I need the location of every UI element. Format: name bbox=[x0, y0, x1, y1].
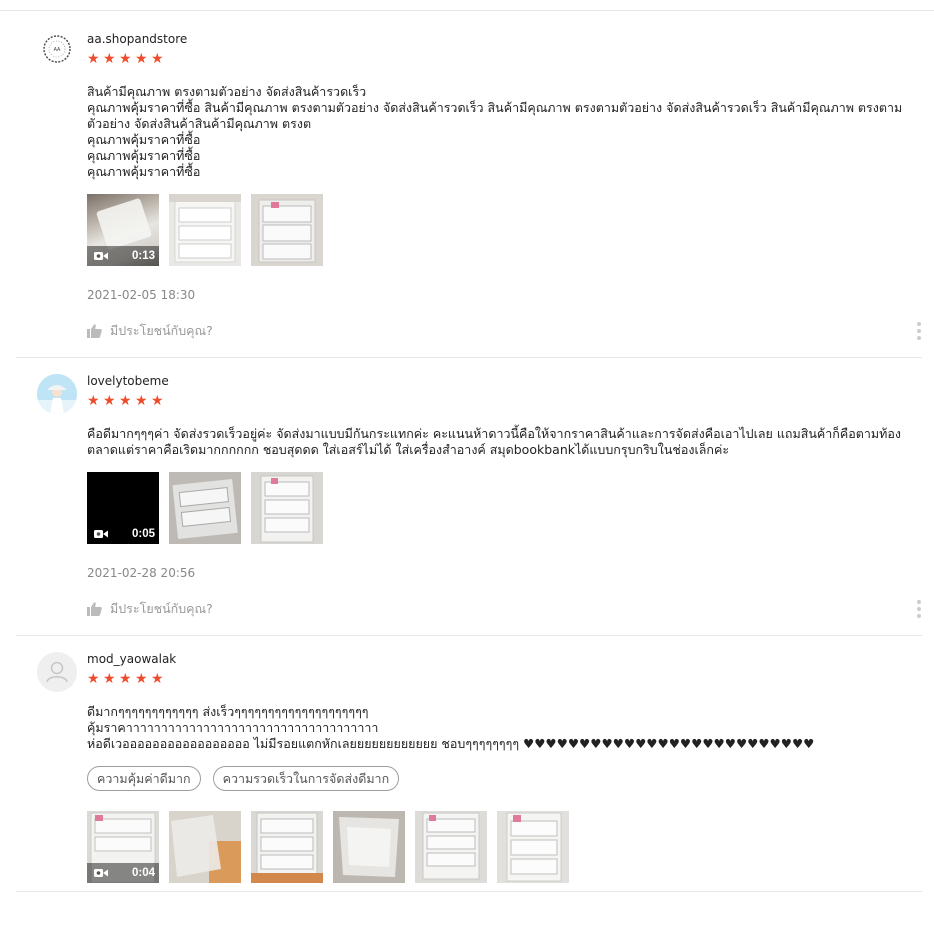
video-thumbnail[interactable]: 0:05 bbox=[87, 472, 159, 544]
photo-thumbnail[interactable] bbox=[169, 811, 241, 883]
review-tag: ความคุ้มค่าดีมาก bbox=[87, 766, 201, 791]
photo-thumbnail[interactable] bbox=[497, 811, 569, 883]
star-icon: ★ bbox=[151, 671, 164, 687]
review-line: คุณภาพคุ้มราคาที่ซื้อ bbox=[87, 148, 201, 163]
review-date: 2021-02-05 18:30 bbox=[87, 288, 196, 302]
photo-thumbnail[interactable] bbox=[251, 472, 323, 544]
video-duration: 0:04 bbox=[131, 867, 155, 879]
star-icon: ★ bbox=[87, 671, 100, 687]
helpful-label[interactable]: มีประโยชน์กับคุณ? bbox=[110, 599, 213, 619]
review-text: ดีมากๆๆๆๆๆๆๆๆๆๆๆๆ ส่งเร็วๆๆๆๆๆๆๆๆๆๆๆๆๆๆๆ… bbox=[87, 704, 913, 752]
review-line: ห่อดีเวอออออออออออออออออ ไม่มีรอยแตกหักเ… bbox=[87, 736, 815, 751]
star-icon: ★ bbox=[151, 393, 164, 409]
photo-thumbnail[interactable] bbox=[251, 811, 323, 883]
rating-stars: ★ ★ ★ ★ ★ bbox=[87, 52, 165, 66]
review-line: คือดีมากๆๆๆค่า จัดส่งรวดเร็วอยู่ค่ะ จัดส… bbox=[87, 426, 901, 457]
helpful-button[interactable]: มีประโยชน์กับคุณ? bbox=[87, 599, 213, 619]
video-badge: 0:04 bbox=[87, 863, 159, 883]
review-line: คุ้มราคาาาาาาาาาาาาาาาาาาาาาาาาาาาาาาาาา… bbox=[87, 720, 379, 735]
rating-stars: ★ ★ ★ ★ ★ bbox=[87, 672, 165, 686]
review-media: 0:04 bbox=[87, 811, 569, 883]
review-line: คุณภาพคุ้มราคาที่ซื้อ bbox=[87, 164, 201, 179]
avatar[interactable] bbox=[37, 652, 77, 692]
rating-stars: ★ ★ ★ ★ ★ bbox=[87, 394, 165, 408]
helpful-button[interactable]: มีประโยชน์กับคุณ? bbox=[87, 321, 213, 341]
star-icon: ★ bbox=[103, 51, 116, 67]
review-tag: ความรวดเร็วในการจัดส่งดีมาก bbox=[212, 766, 400, 791]
photo-thumbnail[interactable] bbox=[169, 194, 241, 266]
review-line: ดีมากๆๆๆๆๆๆๆๆๆๆๆๆ ส่งเร็วๆๆๆๆๆๆๆๆๆๆๆๆๆๆๆ… bbox=[87, 704, 369, 719]
more-options-icon[interactable] bbox=[917, 322, 921, 340]
video-camera-icon bbox=[94, 869, 108, 877]
thumbs-up-icon[interactable] bbox=[87, 602, 102, 616]
video-badge: 0:05 bbox=[87, 524, 159, 544]
review-media: 0:13 bbox=[87, 194, 323, 266]
star-icon: ★ bbox=[135, 51, 148, 67]
review-divider bbox=[16, 891, 922, 892]
star-icon: ★ bbox=[135, 393, 148, 409]
star-icon: ★ bbox=[119, 393, 132, 409]
review-line: คุณภาพคุ้มราคาที่ซื้อ bbox=[87, 132, 201, 147]
review-line: คุณภาพคุ้มราคาที่ซื้อ สินค้ามีคุณภาพ ตรง… bbox=[87, 100, 903, 131]
video-duration: 0:13 bbox=[131, 250, 155, 262]
video-thumbnail[interactable]: 0:04 bbox=[87, 811, 159, 883]
avatar[interactable] bbox=[37, 374, 77, 414]
video-camera-icon bbox=[94, 252, 108, 260]
star-icon: ★ bbox=[151, 51, 164, 67]
username[interactable]: aa.shopandstore bbox=[87, 32, 187, 46]
default-user-icon bbox=[37, 652, 77, 692]
star-icon: ★ bbox=[103, 671, 116, 687]
review-item: mod_yaowalak ★ ★ ★ ★ ★ ดีมากๆๆๆๆๆๆๆๆๆๆๆๆ… bbox=[0, 636, 934, 892]
star-icon: ★ bbox=[103, 393, 116, 409]
video-camera-icon bbox=[94, 530, 108, 538]
photo-thumbnail[interactable] bbox=[415, 811, 487, 883]
review-tags: ความคุ้มค่าดีมาก ความรวดเร็วในการจัดส่งด… bbox=[87, 766, 400, 791]
review-line: สินค้ามีคุณภาพ ตรงตามตัวอย่าง จัดส่งสินค… bbox=[87, 84, 367, 99]
thumbs-up-icon[interactable] bbox=[87, 324, 102, 338]
star-icon: ★ bbox=[135, 671, 148, 687]
review-date: 2021-02-28 20:56 bbox=[87, 566, 196, 580]
review-item: lovelytobeme ★ ★ ★ ★ ★ คือดีมากๆๆๆค่า จั… bbox=[0, 358, 934, 636]
svg-text:AA: AA bbox=[54, 47, 61, 53]
star-icon: ★ bbox=[119, 51, 132, 67]
username[interactable]: mod_yaowalak bbox=[87, 652, 176, 666]
review-text: สินค้ามีคุณภาพ ตรงตามตัวอย่าง จัดส่งสินค… bbox=[87, 84, 913, 180]
review-item: AA aa.shopandstore ★ ★ ★ ★ ★ สินค้ามีคุณ… bbox=[0, 0, 934, 358]
review-text: คือดีมากๆๆๆค่า จัดส่งรวดเร็วอยู่ค่ะ จัดส… bbox=[87, 426, 913, 458]
review-media: 0:05 bbox=[87, 472, 323, 544]
helpful-label[interactable]: มีประโยชน์กับคุณ? bbox=[110, 321, 213, 341]
photo-thumbnail[interactable] bbox=[251, 194, 323, 266]
photo-thumbnail[interactable] bbox=[169, 472, 241, 544]
video-duration: 0:05 bbox=[131, 528, 155, 540]
photo-thumbnail[interactable] bbox=[333, 811, 405, 883]
video-badge: 0:13 bbox=[87, 246, 159, 266]
star-icon: ★ bbox=[119, 671, 132, 687]
star-icon: ★ bbox=[87, 393, 100, 409]
avatar[interactable]: AA bbox=[37, 29, 77, 69]
username[interactable]: lovelytobeme bbox=[87, 374, 169, 388]
video-thumbnail[interactable]: 0:13 bbox=[87, 194, 159, 266]
more-options-icon[interactable] bbox=[917, 600, 921, 618]
star-icon: ★ bbox=[87, 51, 100, 67]
